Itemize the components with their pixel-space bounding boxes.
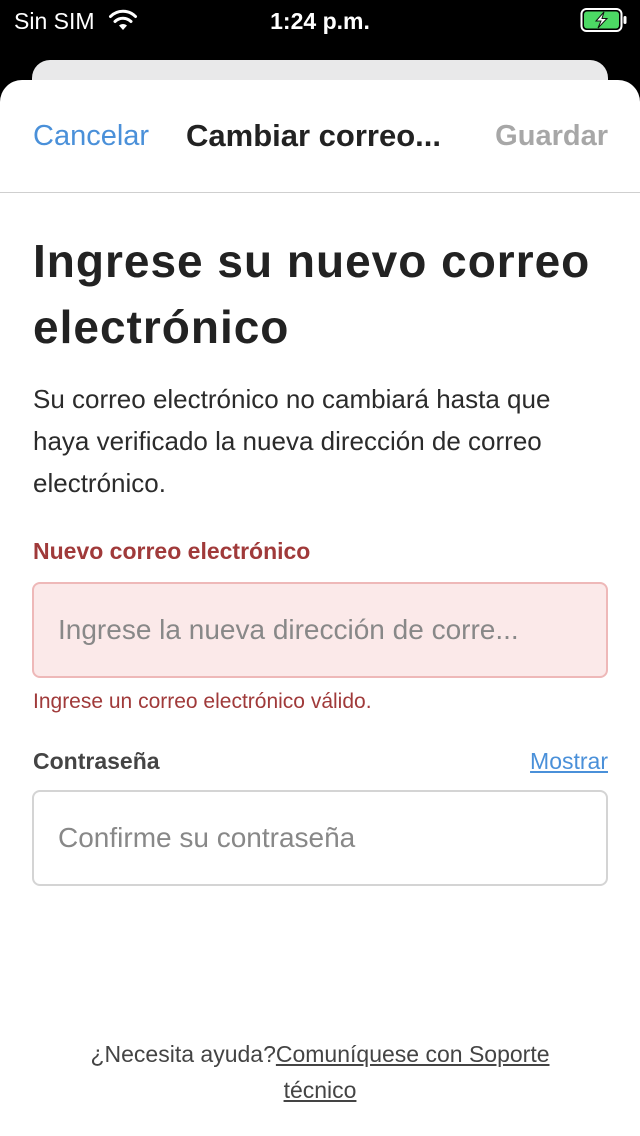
- save-button[interactable]: Guardar: [495, 120, 608, 153]
- help-prefix: ¿Necesita ayuda?: [90, 1041, 276, 1067]
- heading: Ingrese su nuevo correo electrónico: [33, 235, 591, 353]
- page-title: Cambiar correo...: [186, 118, 441, 153]
- description: Su correo electrónico no cambiará hasta …: [33, 384, 551, 498]
- change-email-sheet: Cancelar Cambiar correo... Guardar Ingre…: [0, 80, 640, 1136]
- password-field[interactable]: [32, 790, 608, 886]
- help-footer: ¿Necesita ayuda?Comuníquese con Soporte …: [80, 1036, 560, 1108]
- show-password-link[interactable]: Mostrar: [530, 748, 608, 775]
- nav-bar: Cancelar Cambiar correo... Guardar: [0, 80, 640, 193]
- password-label: Contraseña: [33, 748, 160, 774]
- contact-support-link[interactable]: Comuníquese con Soporte técnico: [276, 1041, 550, 1103]
- status-bar: Sin SIM 1:24 p.m.: [0, 0, 640, 44]
- email-error-message: Ingrese un correo electrónico válido.: [33, 690, 372, 713]
- battery-charging-icon: [580, 8, 627, 32]
- cancel-button[interactable]: Cancelar: [33, 120, 149, 153]
- email-label: Nuevo correo electrónico: [33, 538, 311, 564]
- clock: 1:24 p.m.: [270, 8, 370, 34]
- email-field[interactable]: [32, 582, 608, 678]
